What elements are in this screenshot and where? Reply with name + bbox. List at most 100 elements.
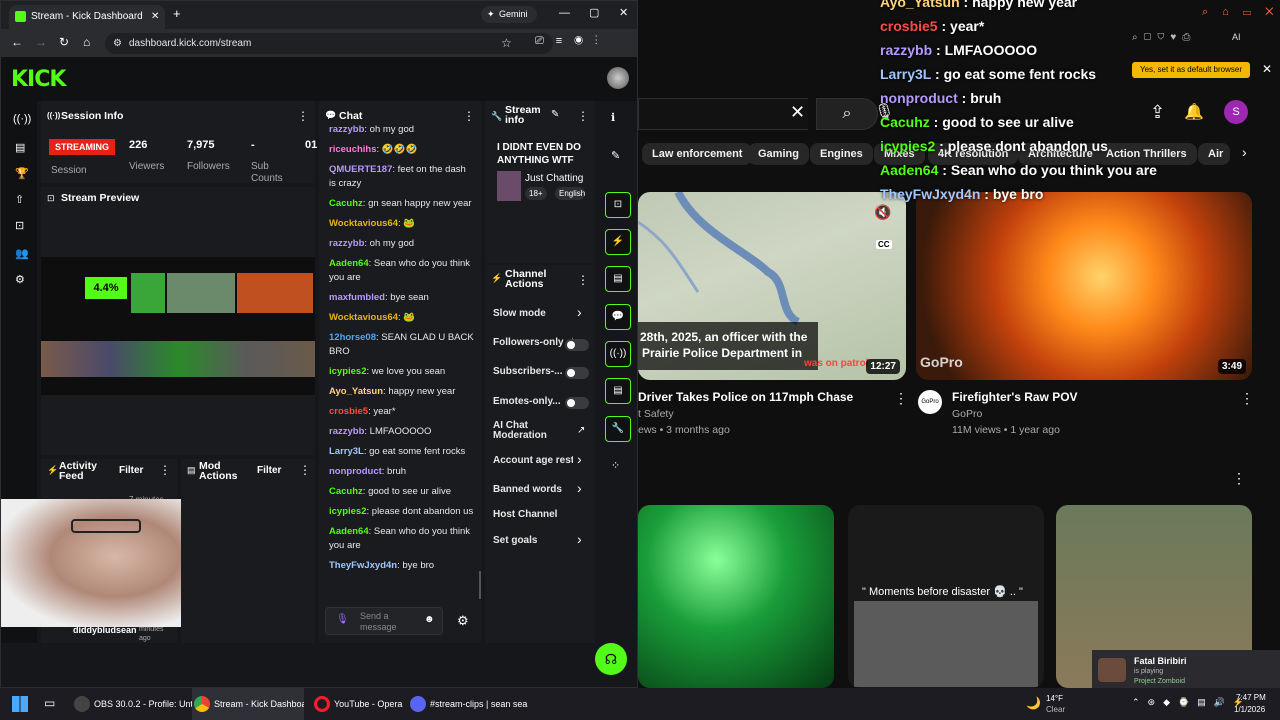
chip[interactable]: Gaming	[748, 143, 809, 165]
chat-username[interactable]: Larry3L	[329, 446, 364, 457]
chat-username[interactable]: razzybb	[329, 238, 364, 249]
mic-icon[interactable]: 🎙	[336, 614, 349, 625]
stream-preview-video[interactable]: 4.4%	[41, 257, 315, 395]
captions-icon[interactable]: CC	[876, 240, 892, 249]
info-icon[interactable]: ℹ	[611, 111, 615, 124]
address-bar[interactable]: ⚙ dashboard.kick.com/stream ☆	[105, 33, 553, 54]
new-tab-icon[interactable]: +	[173, 6, 181, 21]
chat-username[interactable]: TheyFwJxyd4n	[329, 560, 397, 571]
account-age-action[interactable]: Account age restr	[493, 455, 573, 466]
chat-username[interactable]: razzybb	[329, 124, 364, 135]
chevron-right-icon[interactable]: ›	[577, 304, 582, 320]
mute-icon[interactable]: 🔇	[874, 204, 891, 221]
more-icon[interactable]: ⋮	[894, 390, 908, 407]
bookmark-icon[interactable]: ☆	[501, 33, 512, 54]
chat-username[interactable]: razzybb	[329, 426, 364, 437]
chat-username[interactable]: Wocktavious64	[329, 312, 398, 323]
chat-username[interactable]: Cacuhz	[329, 198, 363, 209]
followers-only-toggle[interactable]	[565, 339, 589, 351]
video-channel[interactable]: t Safety	[638, 408, 674, 420]
reload-icon[interactable]: ↻	[59, 35, 69, 49]
chat-username[interactable]: crosbie5	[329, 406, 368, 417]
taskbar-item-discord[interactable]: #stream-clips | sean sea	[408, 688, 527, 720]
emotes-only-toggle[interactable]	[565, 397, 589, 409]
lightning-button[interactable]: ⚡	[605, 229, 631, 255]
clock-time[interactable]: 7:47 PM	[1236, 693, 1266, 702]
users-icon[interactable]: 👥	[15, 247, 29, 260]
close-tab-icon[interactable]: ✕	[151, 5, 159, 29]
task-view-icon[interactable]: ▭	[44, 696, 55, 710]
chat-username[interactable]: nonproduct	[329, 466, 382, 477]
clear-search-icon[interactable]: ✕	[790, 102, 805, 123]
chat-username[interactable]: maxfumbled	[329, 292, 385, 303]
taskbar-item-obs[interactable]: OBS 30.0.2 - Profile: Unt	[72, 688, 193, 720]
more-icon[interactable]: ⋮	[577, 273, 589, 287]
scan-icon[interactable]: ⊡	[15, 219, 24, 232]
youtube-search-bar[interactable]	[638, 98, 808, 130]
more-icon[interactable]: ⋮	[463, 109, 475, 123]
more-icon[interactable]: ⋮	[297, 109, 309, 123]
channel-avatar[interactable]: GoPro	[918, 390, 942, 414]
scan-button[interactable]: ⊡	[605, 192, 631, 218]
chat-scrollbar[interactable]	[479, 571, 481, 599]
more-icon[interactable]: ⋮	[1232, 470, 1246, 487]
search-button[interactable]: ⌕	[816, 98, 878, 130]
external-link-icon[interactable]: ↗	[577, 425, 585, 436]
home-icon[interactable]: ⌂	[83, 35, 90, 49]
video-thumbnail[interactable]: 28th, 2025, an officer with the Prairie …	[638, 192, 906, 380]
followers-only-action[interactable]: Followers-only ch	[493, 337, 573, 348]
profile-avatar[interactable]	[607, 67, 629, 89]
chat-username[interactable]: Cacuhz	[329, 486, 363, 497]
site-info-icon[interactable]: ⚙	[113, 33, 122, 54]
chat-settings-icon[interactable]: ⚙	[457, 613, 469, 629]
more-icon[interactable]: ⋮	[1240, 390, 1254, 407]
chat-username[interactable]: Wocktavious64	[329, 218, 398, 229]
chat-username[interactable]: riceuchihs	[329, 144, 377, 155]
close-window-icon[interactable]: ✕	[619, 6, 628, 19]
chat-username[interactable]: Aaden64	[329, 258, 369, 269]
mod-button[interactable]: ▤	[605, 378, 631, 404]
apps-icon[interactable]: ⁘	[611, 459, 620, 472]
chat-button[interactable]: 💬	[605, 304, 631, 330]
chevron-right-icon[interactable]: ›	[1242, 144, 1247, 160]
broadcast-button[interactable]: ((·))	[605, 341, 631, 367]
broadcast-icon[interactable]: ((·))	[13, 113, 31, 125]
list-button[interactable]: ▤	[605, 266, 631, 292]
minimize-icon[interactable]: —	[559, 7, 570, 19]
game-notification[interactable]: Fatal Biribiri is playing Project Zomboi…	[1092, 650, 1280, 688]
filter-button[interactable]: Filter	[119, 465, 143, 476]
more-icon[interactable]: ⋮	[577, 109, 589, 123]
maximize-icon[interactable]: ▢	[589, 6, 599, 19]
edit-icon[interactable]: ✎	[551, 109, 559, 120]
back-icon[interactable]: ←	[11, 35, 23, 49]
edit-icon[interactable]: ✎	[611, 149, 620, 162]
kick-logo[interactable]: KICK	[11, 67, 66, 92]
more-icon[interactable]: ⋮	[159, 463, 171, 477]
video-channel[interactable]: GoPro	[952, 408, 982, 420]
chat-username[interactable]: icypies2	[329, 366, 367, 377]
analytics-icon[interactable]: ▤	[15, 141, 25, 154]
chevron-right-icon[interactable]: ›	[577, 451, 582, 467]
upload-icon[interactable]: ⇧	[15, 193, 24, 206]
extensions-icon[interactable]: ⎚≡◉⋮	[535, 35, 610, 48]
short-thumbnail[interactable]	[638, 505, 834, 688]
emote-icon[interactable]: ☻	[424, 614, 435, 625]
short-thumbnail[interactable]: " Moments before disaster 💀 .. "	[848, 505, 1044, 688]
settings-icon[interactable]: ⚙	[15, 273, 25, 286]
chevron-right-icon[interactable]: ›	[577, 531, 582, 547]
chip[interactable]: Law enforcement	[642, 143, 753, 165]
chat-username[interactable]: 12horse08	[329, 332, 376, 343]
trophy-icon[interactable]: 🏆	[15, 167, 29, 180]
chat-username[interactable]: Aaden64	[329, 526, 369, 537]
chip[interactable]: Engines	[810, 143, 873, 165]
more-icon[interactable]: ⋮	[299, 463, 311, 477]
chat-input[interactable]: 🎙 Send a message ☻	[325, 607, 443, 635]
windows-start-icon[interactable]	[12, 696, 28, 712]
subscribers-only-toggle[interactable]	[565, 367, 589, 379]
video-thumbnail[interactable]: GoPro 3:49	[916, 192, 1252, 380]
gemini-button[interactable]: ✦ Gemini	[481, 6, 537, 23]
host-channel-action[interactable]: Host Channel	[493, 509, 593, 520]
chat-username[interactable]: icypies2	[329, 506, 367, 517]
video-title[interactable]: Driver Takes Police on 117mph Chase	[638, 390, 853, 404]
chat-username[interactable]: QMUERTE187	[329, 164, 392, 175]
